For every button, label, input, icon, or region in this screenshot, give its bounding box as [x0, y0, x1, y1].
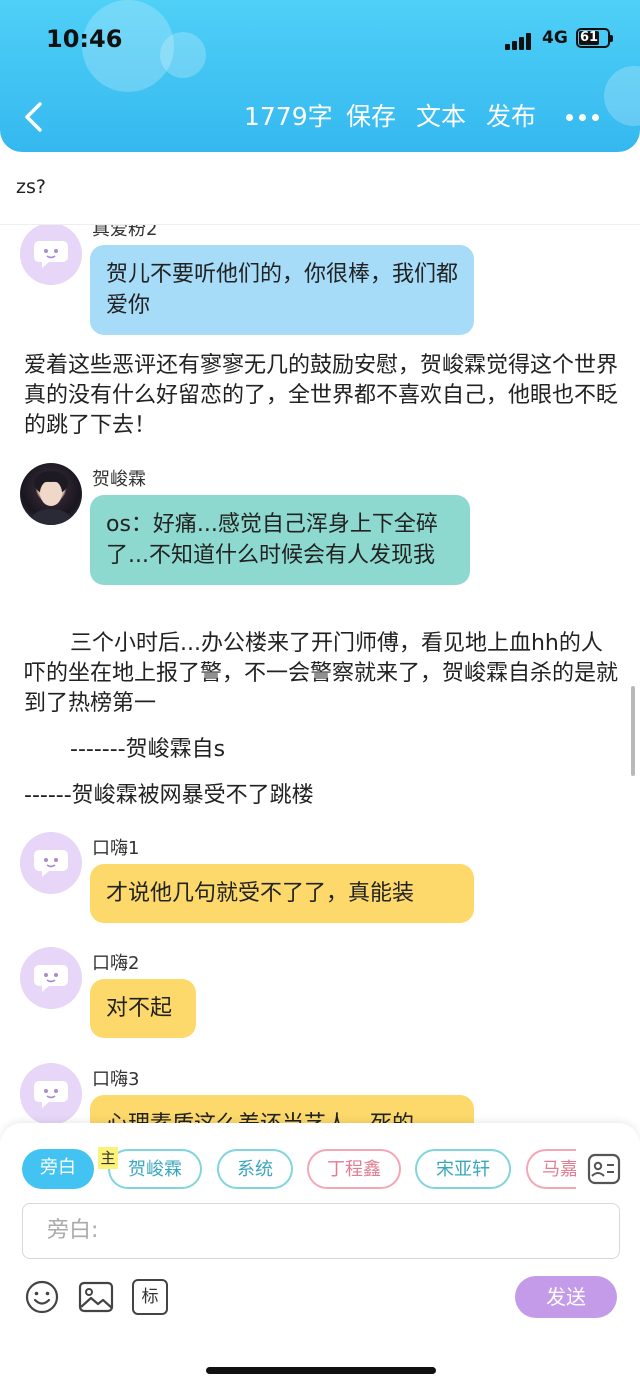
avatar[interactable] [20, 832, 82, 894]
role-chip-he-junlin[interactable]: 贺峻霖 [108, 1149, 202, 1189]
avatar[interactable] [20, 225, 82, 285]
role-roster-icon[interactable] [586, 1151, 622, 1187]
battery-icon: 61 [576, 28, 613, 48]
narration-text[interactable]: -------贺峻霖自s [70, 735, 225, 765]
role-chip-ma-jia[interactable]: 马嘉 [526, 1149, 576, 1189]
chapter-title[interactable]: zs? [16, 176, 46, 198]
chat-content[interactable]: 真爱粉2 贺儿不要听他们的，你很棒，我们都爱你 爱着这些恶评还有寥寥无几的鼓励安… [0, 225, 640, 1123]
scrollbar[interactable] [631, 686, 635, 776]
chat-bubble-icon [34, 965, 68, 992]
role-chip-song-yaxuan[interactable]: 宋亚轩 [415, 1149, 511, 1189]
speaker-name: 口嗨1 [92, 838, 140, 859]
avatar[interactable] [20, 947, 82, 1009]
signal-icon [505, 32, 537, 50]
emoji-icon[interactable] [24, 1279, 60, 1315]
chat-bubble-icon [34, 850, 68, 877]
text-button[interactable]: 文本 [416, 100, 466, 134]
top-header: 10:46 4G 61 1779字 保存 文本 发布 [0, 0, 640, 152]
back-arrow-icon[interactable] [22, 100, 46, 134]
status-bar: 10:46 4G 61 [0, 22, 640, 58]
narration-text[interactable]: 三个小时后...办公楼来了开门师傅，看见地上血hh的人吓的坐在地上报了警，不一会… [24, 629, 618, 719]
speaker-name: 口嗨3 [92, 1069, 140, 1090]
more-icon[interactable] [566, 114, 600, 122]
battery-level: 61 [579, 30, 599, 45]
network-type: 4G [542, 28, 568, 48]
message-bubble[interactable]: 贺儿不要听他们的，你很棒，我们都爱你 [90, 245, 474, 335]
role-chip-system[interactable]: 系统 [217, 1149, 293, 1189]
status-time: 10:46 [46, 25, 123, 53]
nav-bar: 1779字 保存 文本 发布 [0, 96, 640, 140]
chat-bubble-icon [34, 1081, 68, 1108]
role-chip-ding-chengxin[interactable]: 丁程鑫 [307, 1149, 401, 1189]
message-bubble[interactable]: 对不起 [90, 979, 196, 1038]
message-bubble[interactable]: 才说他几句就受不了了，真能装 [90, 864, 474, 923]
main-role-tag: 主 [98, 1147, 118, 1169]
role-chip-narrator[interactable]: 旁白 [22, 1149, 94, 1189]
message-bubble[interactable]: 心理素质这么差还当艺人，死的 [90, 1095, 474, 1123]
avatar-photo[interactable] [20, 463, 82, 525]
chat-bubble-icon [34, 241, 68, 268]
narration-text[interactable]: ------贺峻霖被网暴受不了跳楼 [24, 781, 314, 811]
avatar[interactable] [20, 1063, 82, 1123]
person-icon [28, 471, 74, 525]
word-count: 1779字 [244, 102, 333, 131]
speaker-name: 贺峻霖 [92, 469, 146, 490]
publish-button[interactable]: 发布 [486, 100, 536, 134]
message-input[interactable]: 旁白: [22, 1203, 620, 1259]
speaker-name: 口嗨2 [92, 953, 140, 974]
send-button[interactable]: 发送 [515, 1276, 617, 1318]
save-button[interactable]: 保存 [346, 100, 396, 134]
home-indicator [206, 1367, 436, 1374]
message-bubble[interactable]: os：好痛...感觉自己浑身上下全碎了...不知道什么时候会有人发现我 [90, 495, 470, 585]
image-icon[interactable] [78, 1279, 114, 1315]
narration-text[interactable]: 爱着这些恶评还有寥寥无几的鼓励安慰，贺峻霖觉得这个世界真的没有什么好留恋的了，全… [24, 351, 618, 441]
mark-button[interactable]: 标 [132, 1279, 168, 1315]
speaker-name: 真爱粉2 [92, 225, 158, 240]
